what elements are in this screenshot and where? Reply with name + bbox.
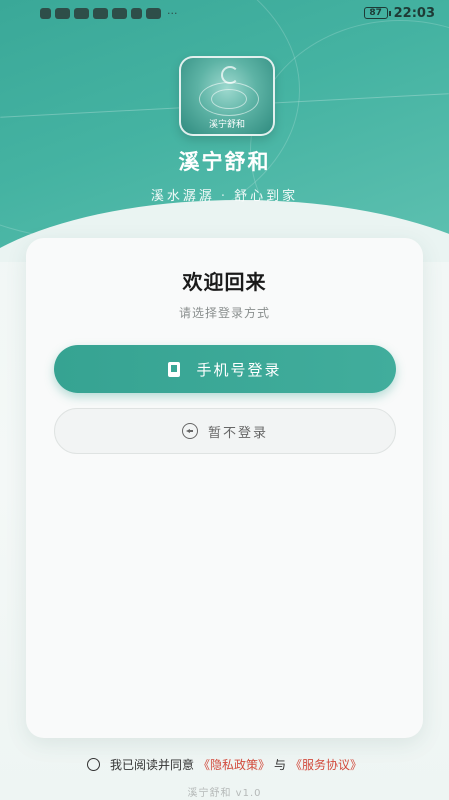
shield-icon [112,7,127,19]
agreement-conjunction: 与 [274,758,287,772]
login-card: 欢迎回来 请选择登录方式 手机号登录 暂不登录 [26,238,423,738]
phone-login-button[interactable]: 手机号登录 [54,345,396,393]
app-notification-icon [146,7,161,19]
agreement-prefix: 我已阅读并同意 [109,758,194,772]
status-icons: ··· [40,7,178,20]
phone-login-label: 手机号登录 [196,360,282,379]
logo-steam [221,66,239,84]
app-title: 溪宁舒和 [178,150,271,174]
app-notification-icon [74,7,89,19]
agreement-row: 我已阅读并同意 《隐私政策》 与 《服务协议》 [0,756,449,773]
privacy-policy-link[interactable]: 《隐私政策》 [198,756,270,773]
app-version: 溪宁舒和 v1.0 [187,788,262,799]
logo-text: 溪宁舒和 [208,120,245,130]
phone-icon [168,361,181,377]
app-slogan: 溪水潺潺 · 舒心到家 [0,185,449,204]
service-agreement-link[interactable]: 《服务协议》 [290,756,362,773]
welcome-title: 欢迎回来 [182,270,267,294]
agreement-radio[interactable] [86,758,100,771]
back-arrow-circle-icon [181,423,198,439]
slogan-separator: · [220,189,229,204]
slogan-right: 舒心到家 [234,189,299,204]
more-notifications-icon: ··· [167,6,178,20]
slogan-left: 溪水潺潺 [150,189,215,204]
app-logo: 溪宁舒和 [179,56,275,136]
skip-login-label: 暂不登录 [207,425,268,441]
wifi-icon [55,7,70,19]
login-subtitle: 请选择登录方式 [178,306,270,320]
status-bar: ··· 87 22:03 [0,0,449,26]
battery-icon: 87 [363,7,391,19]
skip-login-button[interactable]: 暂不登录 [54,408,396,454]
sim-alert-icon [40,7,51,19]
app-notification-icon [131,7,142,19]
logo-ripple [211,89,247,109]
app-notification-icon [93,7,108,19]
clock: 22:03 [393,5,435,21]
